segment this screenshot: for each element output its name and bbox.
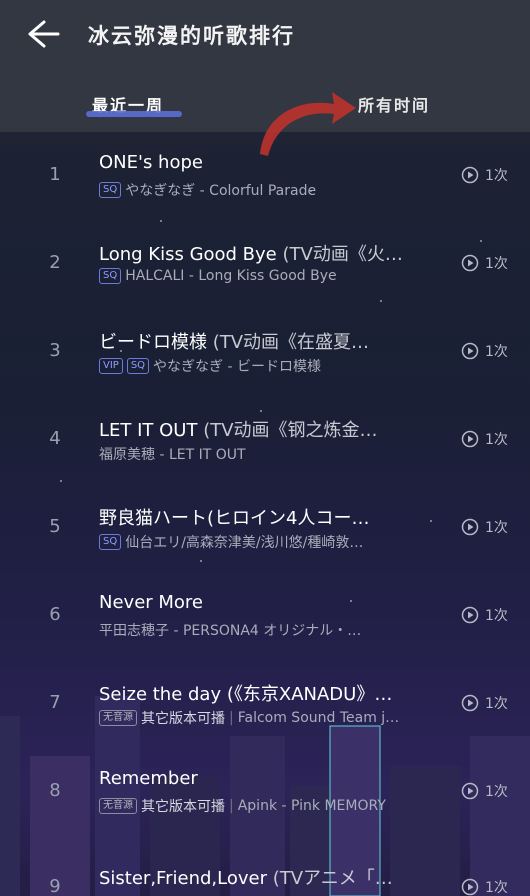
vip-badge: VIP (99, 358, 123, 374)
song-title: Sister,Friend,Lover (TVアニメ「… (99, 868, 393, 889)
tab-all-time[interactable]: 所有时间 (358, 92, 430, 116)
song-subtitle: 无音源 其它版本可播 | Falcom Sound Team j… (99, 708, 451, 728)
rank-number: 2 (49, 252, 61, 273)
active-tab-indicator (86, 111, 182, 117)
song-subtitle: 福原美穂 - LET IT OUT (99, 447, 246, 463)
rank-number: 5 (49, 516, 61, 537)
play-count-icon (461, 878, 479, 896)
song-subtitle: SQ やなぎなぎ - Colorful Parade (99, 180, 451, 200)
play-count: 1次 (461, 517, 521, 537)
no-source-badge: 无音源 (99, 710, 137, 726)
list-item[interactable]: 9 Sister,Friend,Lover (TVアニメ「… 1次 (0, 836, 530, 896)
rank-number: 3 (49, 340, 61, 361)
list-item[interactable]: 8 Remember 无音源 其它版本可播 | Apink - Pink MEM… (0, 748, 530, 836)
play-count-icon (461, 430, 479, 448)
back-arrow-icon[interactable] (22, 14, 62, 54)
song-title: Remember (99, 768, 198, 789)
song-title: ONE's hope (99, 152, 203, 173)
song-subtitle: SQ 仙台エリ/高森奈津美/浅川悠/種崎敦… (99, 532, 451, 552)
song-subtitle: SQ HALCALI - Long Kiss Good Bye (99, 268, 451, 284)
song-title: LET IT OUT (TV动画《钢之炼金… (99, 420, 378, 441)
list-item[interactable]: 3 ビードロ模様 (TV动画《在盛夏… VIP SQ やなぎなぎ - ビードロ模… (0, 308, 530, 396)
list-item[interactable]: 7 Seize the day (《东京XANADU》… 无音源 其它版本可播 … (0, 660, 530, 748)
header: 冰云弥漫的听歌排行 最近一周 所有时间 (0, 0, 530, 132)
no-source-badge: 无音源 (99, 798, 137, 814)
rank-number: 9 (49, 876, 61, 896)
play-count: 1次 (461, 877, 521, 896)
rank-number: 7 (49, 692, 61, 713)
sq-badge: SQ (99, 182, 122, 198)
rank-number: 8 (49, 780, 61, 801)
play-count-icon (461, 606, 479, 624)
rank-number: 4 (49, 428, 61, 449)
play-count-icon (461, 342, 479, 360)
play-count: 1次 (461, 605, 521, 625)
play-count: 1次 (461, 693, 521, 713)
other-version-label: 其它版本可播 (141, 711, 225, 727)
play-count-icon (461, 166, 479, 184)
play-count-icon (461, 254, 479, 272)
play-count: 1次 (461, 341, 521, 361)
song-title: Seize the day (《东京XANADU》… (99, 684, 393, 705)
list-item[interactable]: 5 野良猫ハート(ヒロイン4人コー… SQ 仙台エリ/高森奈津美/浅川悠/種崎敦… (0, 484, 530, 572)
list-item[interactable]: 2 Long Kiss Good Bye (TV动画《火… SQ HALCALI… (0, 220, 530, 308)
sq-badge: SQ (99, 268, 122, 284)
play-count-icon (461, 518, 479, 536)
rank-number: 1 (49, 164, 61, 185)
play-count-icon (461, 694, 479, 712)
song-title: Never More (99, 592, 204, 613)
play-count: 1次 (461, 165, 521, 185)
song-subtitle: 平田志穂子 - PERSONA4 オリジナル・… (99, 623, 362, 639)
rank-number: 6 (49, 604, 61, 625)
play-count: 1次 (461, 781, 521, 801)
song-title: 野良猫ハート(ヒロイン4人コー… (99, 508, 370, 529)
play-count: 1次 (461, 253, 521, 273)
divider: | (229, 798, 234, 814)
song-subtitle: VIP SQ やなぎなぎ - ビードロ模様 (99, 356, 451, 376)
song-title: ビードロ模様 (TV动画《在盛夏… (99, 332, 370, 353)
song-title: Long Kiss Good Bye (TV动画《火… (99, 244, 403, 265)
sq-badge: SQ (99, 534, 122, 550)
other-version-label: 其它版本可播 (141, 799, 225, 815)
divider: | (229, 710, 234, 726)
song-subtitle: 无音源 其它版本可播 | Apink - Pink MEMORY (99, 796, 451, 816)
list-item[interactable]: 1 ONE's hope SQ やなぎなぎ - Colorful Parade … (0, 132, 530, 220)
list-item[interactable]: 4 LET IT OUT (TV动画《钢之炼金… 福原美穂 - LET IT O… (0, 396, 530, 484)
page-title: 冰云弥漫的听歌排行 (88, 24, 295, 48)
list-item[interactable]: 6 Never More 平田志穂子 - PERSONA4 オリジナル・… 1次 (0, 572, 530, 660)
play-count: 1次 (461, 429, 521, 449)
sq-badge: SQ (126, 358, 150, 374)
play-count-icon (461, 782, 479, 800)
